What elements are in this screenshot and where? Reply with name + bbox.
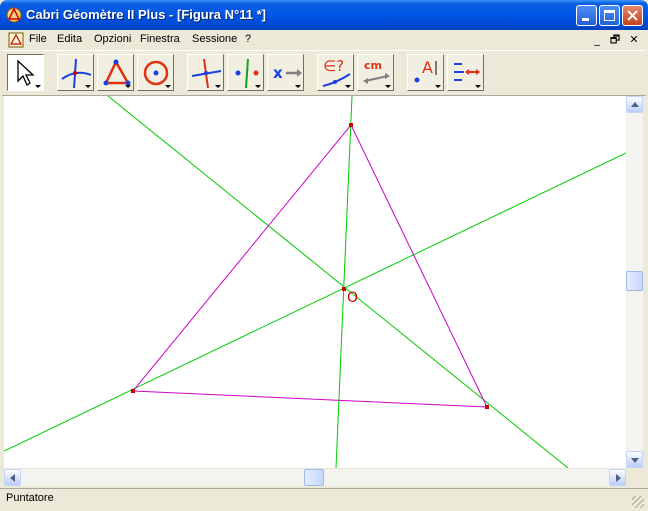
scroll-down-button[interactable] [626, 451, 643, 468]
triangle-side-right[interactable] [350, 124, 488, 408]
window-title: Cabri Géomètre II Plus - [Figura N°11 *] [26, 7, 266, 22]
figure [4, 96, 626, 468]
vertex-right[interactable] [485, 405, 489, 409]
horizontal-scrollbar[interactable] [4, 469, 626, 486]
drawing-canvas[interactable]: O [4, 96, 626, 468]
close-button[interactable] [622, 5, 643, 26]
properties-tool[interactable]: ∈? [317, 54, 354, 91]
point-label-o[interactable]: O [347, 290, 358, 306]
vertical-scrollbar[interactable] [626, 96, 643, 468]
incenter-point[interactable] [342, 287, 346, 291]
menu-bar: File Edita Opzioni Finestra Sessione ? _… [0, 30, 648, 49]
svg-text:x: x [273, 64, 283, 82]
title-bar: Cabri Géomètre II Plus - [Figura N°11 *] [0, 0, 648, 30]
menu-sessione[interactable]: Sessione [192, 33, 237, 45]
macro-tool[interactable]: x [267, 54, 304, 91]
close-icon [627, 10, 638, 21]
bisector-line-b[interactable] [4, 152, 626, 453]
chevron-left-icon [10, 474, 15, 482]
measure-tool[interactable]: cm [357, 54, 394, 91]
menu-opzioni[interactable]: Opzioni [94, 33, 131, 45]
lines-tool[interactable] [57, 54, 94, 91]
vertical-scroll-thumb[interactable] [626, 271, 643, 291]
pointer-tool[interactable] [7, 54, 44, 91]
vertex-left[interactable] [131, 389, 135, 393]
menu-file[interactable]: File [29, 33, 47, 45]
chevron-right-icon [616, 474, 621, 482]
status-text: Puntatore [6, 492, 54, 504]
scroll-up-button[interactable] [626, 96, 643, 113]
horizontal-scroll-thumb[interactable] [304, 469, 324, 486]
minimize-button[interactable] [576, 5, 597, 26]
chevron-up-icon [631, 102, 639, 107]
menu-finestra[interactable]: Finestra [140, 33, 180, 45]
doc-restore-button[interactable]: 🗗 [608, 33, 622, 46]
attributes-tool[interactable] [447, 54, 484, 91]
minimize-icon [582, 18, 589, 21]
triangle-side-bottom[interactable] [132, 390, 488, 408]
resize-grip-icon[interactable] [632, 496, 644, 508]
scroll-left-button[interactable] [4, 469, 21, 486]
vertex-top[interactable] [349, 123, 353, 127]
doc-close-button[interactable]: ✕ [627, 33, 641, 46]
document-icon [8, 32, 24, 48]
text-tool[interactable]: A [407, 54, 444, 91]
scroll-right-button[interactable] [609, 469, 626, 486]
menu-edita[interactable]: Edita [57, 33, 82, 45]
constructions-tool[interactable] [187, 54, 224, 91]
triangle-side-left[interactable] [132, 124, 352, 392]
cabri-app-icon [6, 7, 22, 23]
maximize-button[interactable] [599, 5, 620, 26]
curves-tool[interactable] [137, 54, 174, 91]
menu-help[interactable]: ? [245, 33, 251, 45]
polygons-tool[interactable] [97, 54, 134, 91]
maximize-icon [604, 10, 615, 21]
chevron-down-icon [631, 458, 639, 463]
status-bar: Puntatore [0, 488, 648, 511]
doc-minimize-button[interactable]: _ [590, 33, 604, 46]
toolbar: x ∈? cm A [2, 50, 646, 96]
transformations-tool[interactable] [227, 54, 264, 91]
